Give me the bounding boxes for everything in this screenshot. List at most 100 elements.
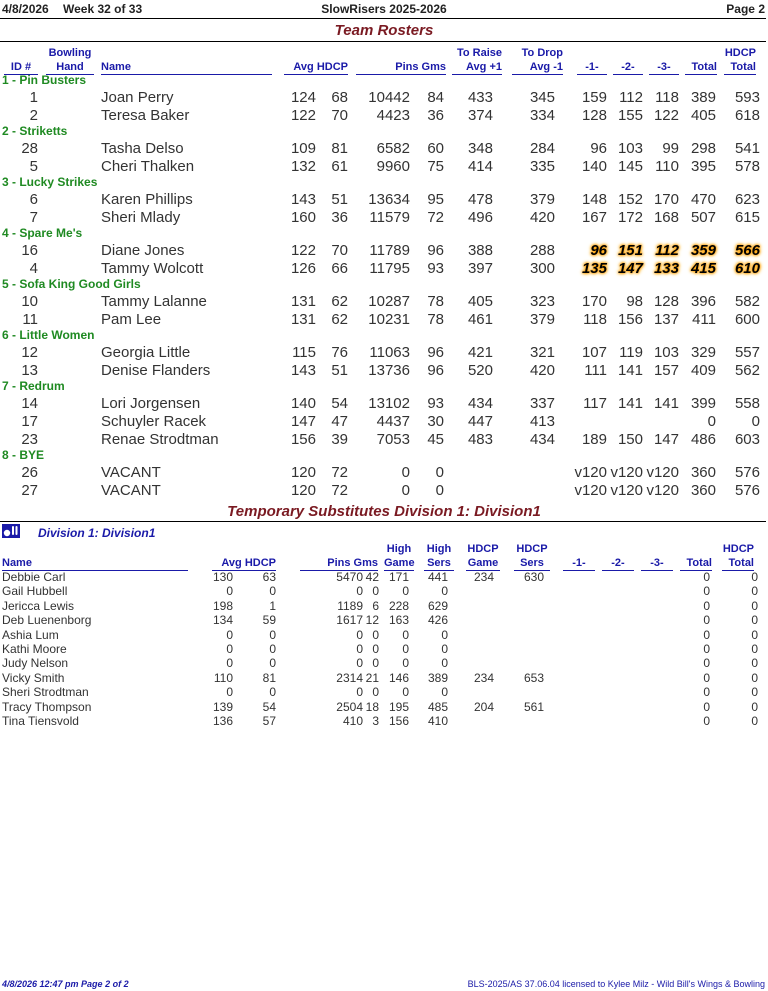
bowler-pins: 13102 bbox=[368, 395, 410, 412]
sub-pins: 0 bbox=[356, 584, 363, 599]
sub-name: Vicky Smith bbox=[2, 670, 65, 685]
bowler-pins: 10287 bbox=[368, 293, 410, 310]
sub-handicap: 0 bbox=[269, 642, 276, 656]
bowler-total: 395 bbox=[690, 158, 716, 175]
bowler-game-3: v120 bbox=[646, 482, 679, 499]
bowler-game-1: 159 bbox=[581, 89, 607, 106]
bowler-id: 28 bbox=[21, 140, 38, 157]
bowler-game-1: 107 bbox=[581, 344, 607, 361]
bowler-pins: 0 bbox=[401, 482, 410, 499]
bowler-total: 389 bbox=[690, 89, 716, 106]
bowler-pins: 7053 bbox=[376, 431, 410, 448]
sub-hdcp-total: 0 bbox=[751, 714, 758, 728]
sub-games: 0 bbox=[372, 584, 379, 599]
sub-pins: 1617 bbox=[336, 613, 363, 628]
bowler-game-2: 141 bbox=[617, 362, 643, 379]
col-avg-hdcp: Avg HDCP bbox=[284, 60, 348, 75]
col-game-2: -2- bbox=[613, 60, 643, 75]
sub-col-hdcp-total-2: Total bbox=[722, 556, 754, 571]
sub-high-game: 0 bbox=[402, 627, 409, 642]
bowler-average: 131 bbox=[290, 293, 316, 310]
bowler-hdcp-total: 615 bbox=[734, 209, 760, 226]
bowler-game-1: 170 bbox=[581, 293, 607, 310]
bowler-to-drop: 284 bbox=[529, 140, 555, 157]
sub-total: 0 bbox=[703, 627, 710, 642]
col-drop-1: To Drop bbox=[521, 47, 563, 59]
sub-average: 136 bbox=[212, 714, 233, 728]
team-name: 1 - Pin Busters bbox=[2, 73, 87, 87]
sub-pins: 410 bbox=[342, 714, 363, 728]
bowler-game-3: 141 bbox=[653, 395, 679, 412]
rosters-title: Team Rosters bbox=[334, 22, 434, 39]
sub-hdcp-series: 653 bbox=[523, 670, 544, 685]
bowler-hdcp-total: 578 bbox=[734, 158, 760, 175]
sub-average: 0 bbox=[226, 642, 233, 656]
bowler-to-drop: 288 bbox=[529, 242, 555, 259]
bowler-to-raise: 397 bbox=[467, 260, 493, 277]
bowler-handicap: 72 bbox=[331, 482, 348, 499]
bowler-hdcp-total: 576 bbox=[734, 464, 760, 481]
footer-timestamp: 4/8/2026 12:47 pm Page 2 of 2 bbox=[2, 979, 129, 989]
sub-col-high-game-1: High bbox=[386, 543, 412, 555]
sub-total: 0 bbox=[703, 613, 710, 628]
bowler-id: 5 bbox=[29, 158, 38, 175]
bowler-games: 72 bbox=[427, 209, 444, 226]
bowler-game-3: 147 bbox=[653, 431, 679, 448]
bowler-games: 78 bbox=[427, 293, 444, 310]
bowler-id: 26 bbox=[21, 464, 38, 481]
sub-high-series: 0 bbox=[441, 642, 448, 656]
sub-high-game: 0 bbox=[402, 685, 409, 700]
bowler-hdcp-total: 600 bbox=[734, 311, 760, 328]
bowler-game-2: 150 bbox=[617, 431, 643, 448]
bowler-to-raise: 348 bbox=[467, 140, 493, 157]
sub-total: 0 bbox=[703, 714, 710, 728]
bowler-to-drop: 379 bbox=[529, 311, 555, 328]
sub-total: 0 bbox=[703, 642, 710, 656]
sub-col-hdcp-total-1: HDCP bbox=[722, 543, 754, 555]
sub-total: 0 bbox=[703, 670, 710, 685]
sub-high-game: 0 bbox=[402, 584, 409, 599]
bowler-hdcp-total: 593 bbox=[734, 89, 760, 106]
sub-hdcp-game: 234 bbox=[473, 570, 494, 584]
sub-high-game: 171 bbox=[388, 570, 409, 584]
bowler-game-2: 155 bbox=[617, 107, 643, 124]
bowler-id: 1 bbox=[29, 89, 38, 106]
bowler-games: 96 bbox=[427, 242, 444, 259]
bowler-name: Tammy Wolcott bbox=[101, 260, 204, 277]
sub-name: Sheri Strodtman bbox=[2, 685, 89, 700]
team-name: 5 - Sofa King Good Girls bbox=[2, 277, 141, 291]
bowler-game-3: 99 bbox=[662, 140, 679, 157]
sub-handicap: 81 bbox=[262, 670, 276, 685]
sub-hdcp-total: 0 bbox=[751, 584, 758, 599]
bowler-name: Cheri Thalken bbox=[101, 158, 195, 175]
bowler-games: 96 bbox=[427, 362, 444, 379]
sub-name: Debbie Carl bbox=[2, 570, 66, 584]
team-name: 7 - Redrum bbox=[2, 379, 65, 393]
sub-col-pins-gms: Pins Gms bbox=[300, 556, 378, 571]
sub-hdcp-total: 0 bbox=[751, 627, 758, 642]
bowler-id: 12 bbox=[21, 344, 38, 361]
sub-games: 42 bbox=[365, 570, 379, 584]
sub-average: 134 bbox=[212, 613, 233, 628]
bowler-game-3: 128 bbox=[653, 293, 679, 310]
bowler-game-3: 137 bbox=[653, 311, 679, 328]
sub-average: 110 bbox=[213, 670, 233, 685]
bowler-hdcp-total: 603 bbox=[734, 431, 760, 448]
sub-high-game: 0 bbox=[402, 642, 409, 656]
bowler-average: 120 bbox=[290, 482, 316, 499]
bowler-game-2: 145 bbox=[617, 158, 643, 175]
sub-hdcp-total: 0 bbox=[751, 570, 758, 584]
bowler-games: 96 bbox=[427, 344, 444, 361]
sub-average: 0 bbox=[226, 627, 233, 642]
bowler-games: 36 bbox=[427, 107, 444, 124]
sub-pins: 2314 bbox=[336, 670, 363, 685]
bowler-game-3: 122 bbox=[653, 107, 679, 124]
sub-name: Tina Tiensvold bbox=[2, 714, 79, 728]
sub-col-game-2: -2- bbox=[602, 556, 634, 571]
sub-col-high-sers-2: Sers bbox=[424, 556, 454, 571]
bowler-game-2: 172 bbox=[617, 209, 643, 226]
bowler-hdcp-total: 0 bbox=[751, 413, 760, 430]
bowler-id: 2 bbox=[29, 107, 38, 124]
bowler-to-raise: 433 bbox=[467, 89, 493, 106]
bowler-name: Tammy Lalanne bbox=[101, 293, 207, 310]
